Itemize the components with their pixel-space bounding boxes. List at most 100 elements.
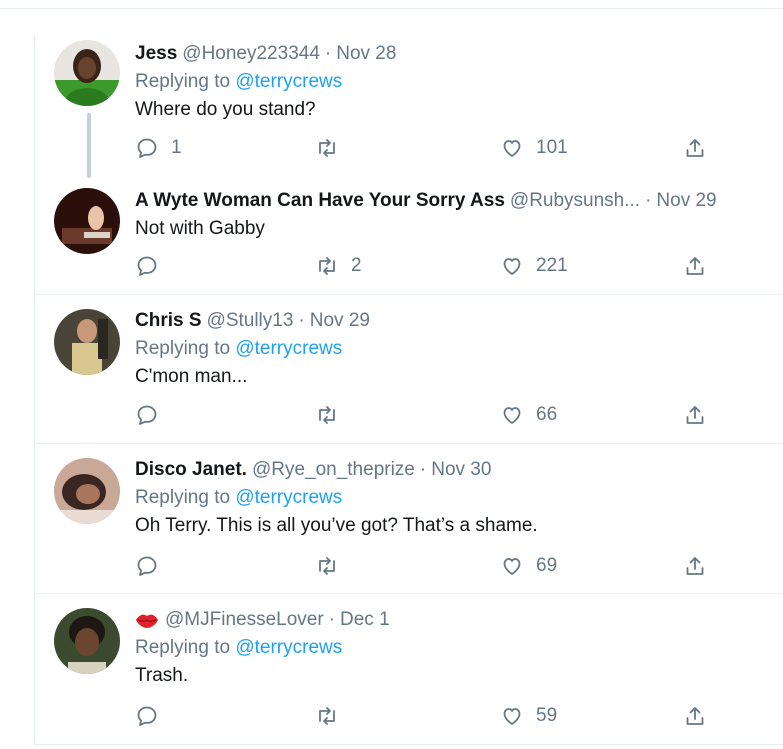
retweet-icon: [319, 139, 335, 157]
mention-link[interactable]: @terrycrews: [235, 338, 342, 359]
mention-link[interactable]: @terrycrews: [235, 487, 342, 508]
separator-dot: ·: [328, 609, 335, 630]
share-button[interactable]: [683, 403, 707, 427]
tweet-date[interactable]: Nov 30: [431, 458, 491, 482]
user-handle[interactable]: @Honey223344: [182, 42, 320, 66]
tweet-actions: 59: [135, 704, 735, 730]
tweet[interactable]: Jess @Honey223344 · Nov 28 Replying to @…: [35, 36, 783, 178]
share-button[interactable]: [683, 554, 707, 578]
avatar-image: [54, 188, 120, 254]
separator-dot: ·: [645, 190, 652, 211]
retweet-button[interactable]: [315, 136, 351, 160]
tweet-text: Not with Gabby: [135, 218, 265, 239]
like-count: 221: [536, 255, 568, 276]
reply-button[interactable]: 1: [135, 136, 182, 160]
like-button[interactable]: 101: [500, 136, 568, 160]
avatar-image: [54, 458, 120, 524]
tweet-date[interactable]: Nov 28: [336, 42, 396, 66]
reply-button[interactable]: [135, 403, 171, 427]
avatar-image: [54, 40, 120, 106]
reply-thread: Jess @Honey223344 · Nov 28 Replying to @…: [34, 36, 783, 744]
tweet-actions: 2 221: [135, 254, 735, 280]
replying-to-label: Replying to: [135, 71, 231, 92]
avatar[interactable]: [54, 608, 120, 674]
user-handle[interactable]: @Rubysunsh...: [510, 189, 640, 213]
tweet-text: Where do you stand?: [135, 99, 316, 120]
separator-dot: ·: [419, 459, 427, 480]
avatar[interactable]: [54, 40, 120, 106]
tweet-header: Chris S @Stully13 · Nov 29: [135, 309, 783, 333]
tweet-actions: 66: [135, 403, 735, 429]
tweet-header: Disco Janet. @Rye_on_theprize · Nov 30: [135, 458, 783, 482]
retweet-button[interactable]: [315, 554, 351, 578]
retweet-icon: [319, 707, 335, 725]
retweet-count: 2: [351, 255, 362, 276]
reply-icon: [137, 556, 157, 576]
user-handle[interactable]: @Stully13: [207, 309, 294, 333]
mention-link[interactable]: @terrycrews: [235, 637, 342, 658]
tweet[interactable]: @MJFinesseLover · Dec 1 Replying to @ter…: [35, 594, 783, 744]
like-button[interactable]: 59: [500, 704, 557, 728]
replying-to-label: Replying to: [135, 487, 231, 508]
tweet-text: Trash.: [135, 665, 189, 686]
tweet-actions: 1 101: [135, 136, 735, 162]
like-count: 69: [536, 555, 558, 576]
tweet-text: Oh Terry. This is all you’ve got? That’s…: [135, 515, 538, 536]
reply-button[interactable]: [135, 554, 171, 578]
display-name[interactable]: Disco Janet.: [135, 458, 247, 482]
replying-to-line: Replying to @terrycrews: [135, 636, 783, 660]
tweet-date[interactable]: Nov 29: [310, 309, 370, 333]
heart-icon: [503, 258, 521, 275]
avatar[interactable]: [54, 309, 120, 375]
share-button[interactable]: [683, 136, 707, 160]
separator-dot: ·: [324, 43, 332, 64]
tweet[interactable]: Disco Janet. @Rye_on_theprize · Nov 30 R…: [35, 444, 783, 594]
tweet[interactable]: A Wyte Woman Can Have Your Sorry Ass @Ru…: [35, 176, 783, 295]
share-button[interactable]: [683, 254, 707, 278]
display-name[interactable]: A Wyte Woman Can Have Your Sorry Ass: [135, 189, 505, 213]
tweet-header: A Wyte Woman Can Have Your Sorry Ass @Ru…: [135, 189, 783, 213]
mention-link[interactable]: @terrycrews: [235, 71, 342, 92]
tweet-date[interactable]: Nov 29: [656, 189, 716, 213]
reply-icon: [137, 405, 157, 425]
retweet-icon: [319, 406, 335, 424]
reply-icon: [137, 706, 157, 726]
avatar[interactable]: [54, 188, 120, 254]
replying-to-line: Replying to @terrycrews: [135, 486, 783, 510]
top-divider: [0, 8, 783, 9]
replying-to-label: Replying to: [135, 338, 231, 359]
retweet-button[interactable]: [315, 704, 351, 728]
user-handle[interactable]: @Rye_on_theprize: [252, 458, 415, 482]
avatar[interactable]: [54, 458, 120, 524]
share-icon: [686, 707, 704, 725]
like-button[interactable]: 66: [500, 403, 557, 427]
lips-emoji-icon: [136, 614, 158, 628]
retweet-button[interactable]: 2: [315, 254, 362, 278]
like-count: 59: [536, 705, 558, 726]
replying-to-line: Replying to @terrycrews: [135, 337, 783, 361]
tweet-date[interactable]: Dec 1: [340, 608, 390, 632]
avatar-image: [54, 608, 120, 674]
share-icon: [686, 257, 704, 275]
display-name[interactable]: Jess: [135, 42, 177, 66]
like-button[interactable]: 221: [500, 254, 568, 278]
bottom-divider: [34, 744, 783, 745]
user-handle[interactable]: @MJFinesseLover: [165, 608, 324, 632]
tweet-header: @MJFinesseLover · Dec 1: [135, 608, 783, 632]
retweet-button[interactable]: [315, 403, 351, 427]
heart-icon: [503, 407, 521, 424]
retweet-icon: [319, 257, 335, 275]
reply-icon: [137, 138, 157, 158]
reply-button[interactable]: [135, 704, 171, 728]
separator-dot: ·: [298, 310, 305, 331]
share-icon: [686, 557, 704, 575]
display-name[interactable]: Chris S: [135, 309, 202, 333]
reply-button[interactable]: [135, 254, 171, 278]
tweet[interactable]: Chris S @Stully13 · Nov 29 Replying to @…: [35, 295, 783, 444]
share-button[interactable]: [683, 704, 707, 728]
like-button[interactable]: 69: [500, 554, 557, 578]
tweet-text: C'mon man...: [135, 366, 248, 387]
replying-to-label: Replying to: [135, 637, 231, 658]
heart-icon: [503, 140, 521, 157]
retweet-icon: [319, 557, 335, 575]
